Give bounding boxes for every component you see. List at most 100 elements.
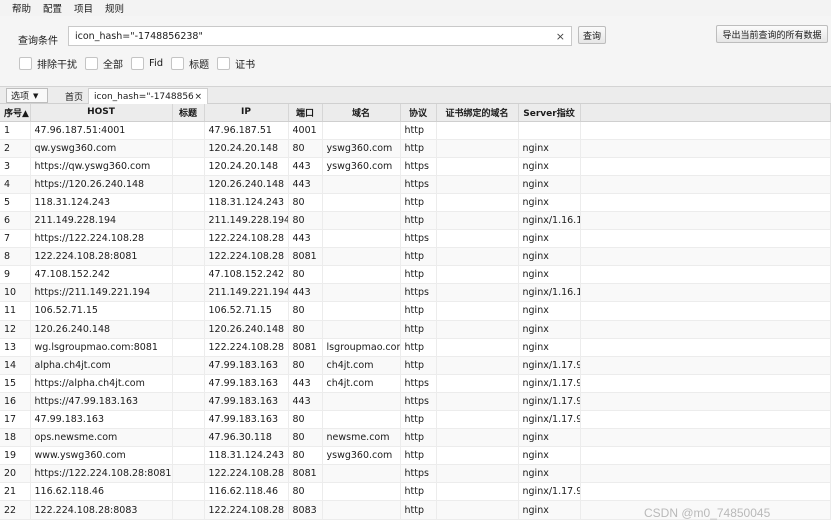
cell-index[interactable]: 18 [0,428,31,448]
table-row[interactable]: 9 47.108.152.242 47.108.152.242 80 http nginx [0,265,831,285]
cell-index[interactable]: 15 [0,374,31,393]
cell-title[interactable] [172,175,205,194]
cell-ip[interactable]: 122.224.108.28 [204,247,289,267]
cell-domain[interactable] [322,211,401,231]
cell-port[interactable]: 443 [288,229,323,249]
cell-host[interactable]: 120.26.240.148 [30,320,173,339]
close-icon[interactable]: × [194,92,202,102]
cell-cert-domain[interactable] [436,211,519,231]
col-header-ip[interactable]: IP [204,104,289,122]
cell-server[interactable]: nginx/1.17.9 [518,410,581,430]
cell-domain[interactable] [322,464,401,484]
cell-domain[interactable]: yswg360.com [322,139,401,158]
cell-host[interactable]: www.yswg360.com [30,446,173,466]
cell-ip[interactable]: 122.224.108.28 [204,464,289,484]
cell-cert-domain[interactable] [436,301,519,321]
query-input-value[interactable]: icon_hash="-1748856238" [75,31,556,42]
table-row[interactable]: 16 https://47.99.183.163 47.99.183.163 443 h… [0,392,831,412]
cell-port[interactable]: 443 [288,392,323,412]
cell-index[interactable]: 19 [0,446,31,466]
cell-title[interactable] [172,392,205,412]
table-row[interactable]: 15 https://alpha.ch4jt.com 47.99.183.163 44… [0,374,831,393]
cell-title[interactable] [172,464,205,484]
cell-host[interactable]: 116.62.118.46 [30,482,173,502]
cell-ip[interactable]: 47.96.187.51 [204,121,289,140]
cell-server[interactable]: nginx [518,139,581,158]
cell-server[interactable]: nginx [518,247,581,267]
cell-port[interactable]: 80 [288,446,323,466]
cell-ip[interactable]: 211.149.221.194 [204,283,289,303]
cell-cert-domain[interactable] [436,356,519,375]
cell-title[interactable] [172,482,205,502]
cell-protocol[interactable]: https [400,229,437,249]
cell-host[interactable]: 47.99.183.163 [30,410,173,430]
checkbox[interactable] [171,57,185,70]
col-header-cert-domain[interactable]: 证书绑定的域名 [436,104,519,122]
cell-server[interactable]: nginx [518,464,581,484]
cell-ip[interactable]: 47.99.183.163 [204,392,289,412]
cell-host[interactable]: 47.108.152.242 [30,265,173,285]
cell-port[interactable]: 8083 [288,500,323,520]
cell-cert-domain[interactable] [436,392,519,412]
cell-cert-domain[interactable] [436,229,519,249]
cell-host[interactable]: 211.149.228.194 [30,211,173,231]
col-header-title[interactable]: 标题 [172,104,205,122]
cell-host[interactable]: https://122.224.108.28:8081 [30,464,173,484]
cell-host[interactable]: 106.52.71.15 [30,301,173,321]
cell-protocol[interactable]: http [400,482,437,502]
cell-port[interactable]: 80 [288,410,323,430]
cell-port[interactable]: 80 [288,428,323,448]
cell-port[interactable]: 8081 [288,338,323,357]
cell-index[interactable]: 22 [0,500,31,520]
cell-cert-domain[interactable] [436,500,519,520]
cell-title[interactable] [172,247,205,267]
cell-index[interactable]: 3 [0,157,31,176]
cell-server[interactable]: nginx/1.16.1 [518,211,581,231]
cell-host[interactable]: alpha.ch4jt.com [30,356,173,375]
cell-index[interactable]: 2 [0,139,31,158]
cell-domain[interactable] [322,283,401,303]
cell-title[interactable] [172,356,205,375]
cell-cert-domain[interactable] [436,428,519,448]
cell-host[interactable]: https://122.224.108.28 [30,229,173,249]
cell-domain[interactable]: ch4jt.com [322,374,401,393]
cell-cert-domain[interactable] [436,157,519,176]
menu-help[interactable]: 帮助 [12,1,31,15]
cell-domain[interactable]: newsme.com [322,428,401,448]
cell-server[interactable]: nginx [518,320,581,339]
cell-cert-domain[interactable] [436,139,519,158]
cell-port[interactable]: 8081 [288,464,323,484]
cell-port[interactable]: 443 [288,157,323,176]
table-row[interactable]: 3 https://qw.yswg360.com 120.24.20.148 443 y… [0,157,831,176]
cell-host[interactable]: qw.yswg360.com [30,139,173,158]
cell-port[interactable]: 8081 [288,247,323,267]
checkbox[interactable] [19,57,32,70]
cell-index[interactable]: 20 [0,464,31,484]
cell-cert-domain[interactable] [436,193,519,212]
menu-project[interactable]: 项目 [74,1,93,15]
cell-domain[interactable]: lsgroupmao.com [322,338,401,357]
col-header-protocol[interactable]: 协议 [400,104,437,122]
cell-cert-domain[interactable] [436,464,519,484]
menu-rules[interactable]: 规则 [105,1,124,15]
cell-ip[interactable]: 116.62.118.46 [204,482,289,502]
cell-server[interactable] [518,121,581,140]
cell-title[interactable] [172,139,205,158]
col-header-host[interactable]: HOST [30,104,173,122]
cell-protocol[interactable]: http [400,320,437,339]
filter-cert[interactable]: 证书 [217,56,255,71]
cell-index[interactable]: 6 [0,211,31,231]
filter-fid[interactable]: Fid [131,57,163,70]
cell-protocol[interactable]: http [400,356,437,375]
cell-title[interactable] [172,157,205,176]
cell-ip[interactable]: 122.224.108.28 [204,500,289,520]
cell-domain[interactable]: ch4jt.com [322,356,401,375]
cell-port[interactable]: 443 [288,283,323,303]
cell-index[interactable]: 13 [0,338,31,357]
table-row[interactable]: 17 47.99.183.163 47.99.183.163 80 http nginx/… [0,410,831,430]
cell-ip[interactable]: 47.108.152.242 [204,265,289,285]
cell-port[interactable]: 80 [288,301,323,321]
cell-index[interactable]: 11 [0,301,31,321]
cell-protocol[interactable]: http [400,121,437,140]
cell-host[interactable]: wg.lsgroupmao.com:8081 [30,338,173,357]
